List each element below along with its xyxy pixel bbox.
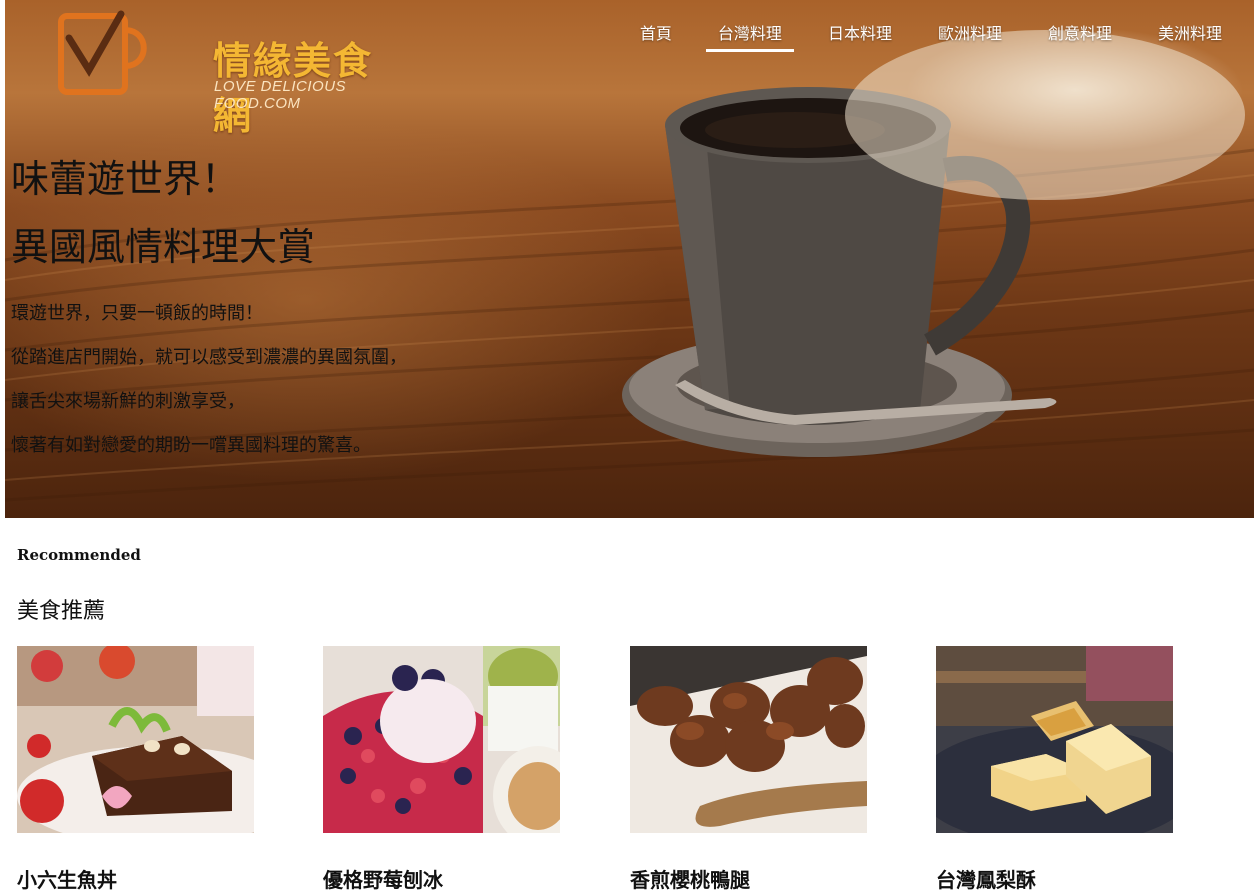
section-title: 美食推薦 <box>17 599 106 624</box>
nav-item-american[interactable]: 美洲料理 <box>1146 18 1234 52</box>
hero-title: 味蕾遊世界！ <box>11 157 240 201</box>
nav-item-creative[interactable]: 創意料理 <box>1036 18 1124 52</box>
food-card[interactable]: 香煎櫻桃鴨腿 <box>630 646 867 892</box>
food-name[interactable]: 香煎櫻桃鴨腿 <box>630 864 750 893</box>
duck-skewer-photo[interactable] <box>630 646 867 833</box>
food-name[interactable]: 小六生魚丼 <box>17 864 117 893</box>
hero-text-block: 味蕾遊世界！ 異國風情料理大賞 環遊世界，只要一頓飯的時間！ 從踏進店門開始，就… <box>11 160 407 468</box>
food-name[interactable]: 優格野莓刨冰 <box>323 864 443 893</box>
pineapple-cake-photo[interactable] <box>936 646 1173 833</box>
nav-item-taiwanese[interactable]: 台灣料理 <box>705 18 794 52</box>
main-navigation: 首頁 台灣料理 日本料理 歐洲料理 創意料理 美洲料理 <box>606 18 1234 52</box>
section-label: Recommended <box>17 546 141 564</box>
hero-line: 讓舌尖來場新鮮的刺激享受， <box>11 391 245 412</box>
hero-line: 環遊世界，只要一頓飯的時間！ <box>11 303 263 324</box>
nav-item-european[interactable]: 歐洲料理 <box>926 18 1014 52</box>
hero-line: 懷著有如對戀愛的期盼一嚐異國料理的驚喜。 <box>11 435 371 456</box>
hero-subtitle: 異國風情料理大賞 <box>11 225 316 269</box>
chocolate-cake-photo[interactable] <box>17 646 254 833</box>
hero-description: 環遊世界，只要一頓飯的時間！ 從踏進店門開始，就可以感受到濃濃的異國氛圍， 讓舌… <box>11 292 407 468</box>
nav-item-home[interactable]: 首頁 <box>628 18 684 52</box>
food-card[interactable]: 小六生魚丼 <box>17 646 254 892</box>
hero-banner: 情緣美食網 LOVE DELICIOUS FOOD.COM 首頁 台灣料理 日本… <box>5 0 1254 518</box>
hero-line: 從踏進店門開始，就可以感受到濃濃的異國氛圍， <box>11 347 407 368</box>
berry-shaved-ice-photo[interactable] <box>323 646 560 833</box>
food-card[interactable]: 優格野莓刨冰 <box>323 646 560 892</box>
food-name[interactable]: 台灣鳳梨酥 <box>936 864 1036 893</box>
food-card[interactable]: 台灣鳳梨酥 <box>936 646 1173 892</box>
brand-logo[interactable]: 情緣美食網 LOVE DELICIOUS FOOD.COM <box>55 8 395 138</box>
brand-subtitle: LOVE DELICIOUS FOOD.COM <box>214 78 347 112</box>
nav-item-japanese[interactable]: 日本料理 <box>816 18 904 52</box>
cup-logo-icon <box>58 10 147 95</box>
